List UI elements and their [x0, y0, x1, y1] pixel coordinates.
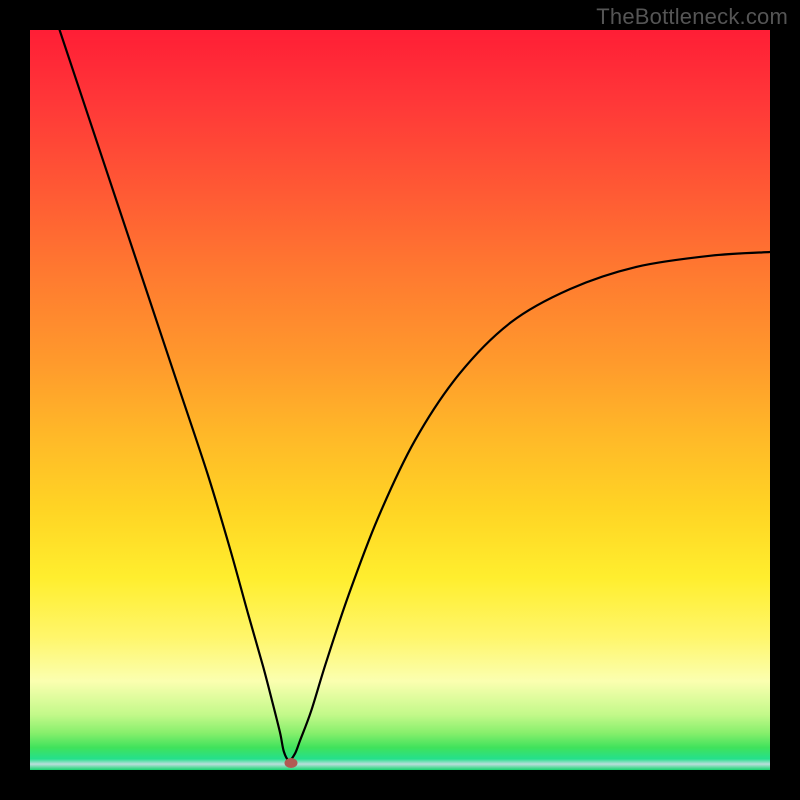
optimum-marker [285, 758, 298, 768]
plot-frame [30, 30, 770, 770]
bottleneck-curve-path [60, 30, 770, 760]
bottleneck-curve-svg [30, 30, 770, 770]
attribution-text: TheBottleneck.com [596, 4, 788, 30]
